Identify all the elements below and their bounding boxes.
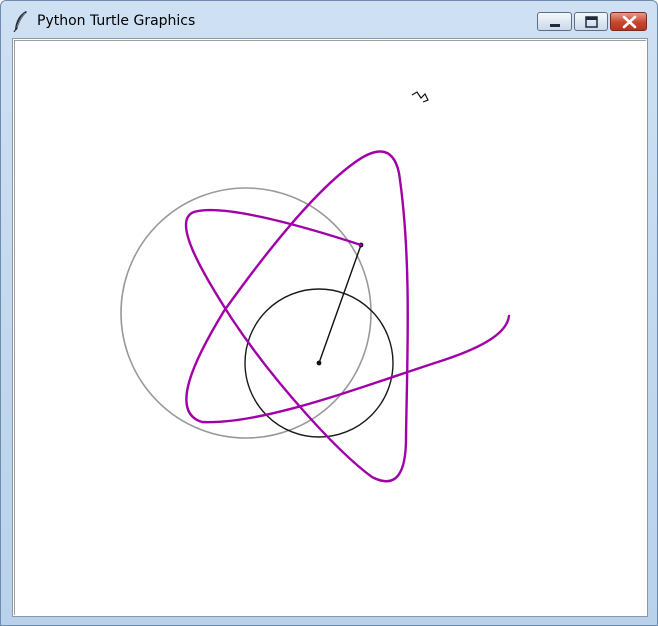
minimize-button[interactable] bbox=[537, 12, 572, 31]
turtle-canvas[interactable] bbox=[14, 40, 646, 615]
turtle-drawing bbox=[120, 91, 511, 483]
maximize-icon bbox=[585, 16, 598, 28]
window-title: Python Turtle Graphics bbox=[37, 13, 196, 29]
pendulum-arm bbox=[318, 244, 362, 364]
outer-circle bbox=[120, 187, 372, 439]
close-icon bbox=[622, 15, 637, 29]
arm-pivot-dot bbox=[316, 360, 322, 366]
canvas-frame bbox=[12, 38, 648, 617]
close-button[interactable] bbox=[610, 12, 647, 31]
feather-icon bbox=[13, 10, 29, 33]
app-window: Python Turtle Graphics bbox=[0, 0, 658, 626]
maximize-button[interactable] bbox=[574, 12, 608, 31]
turtle-cursor-icon bbox=[411, 91, 429, 103]
title-bar[interactable]: Python Turtle Graphics bbox=[1, 1, 657, 37]
minimize-icon bbox=[550, 24, 560, 27]
